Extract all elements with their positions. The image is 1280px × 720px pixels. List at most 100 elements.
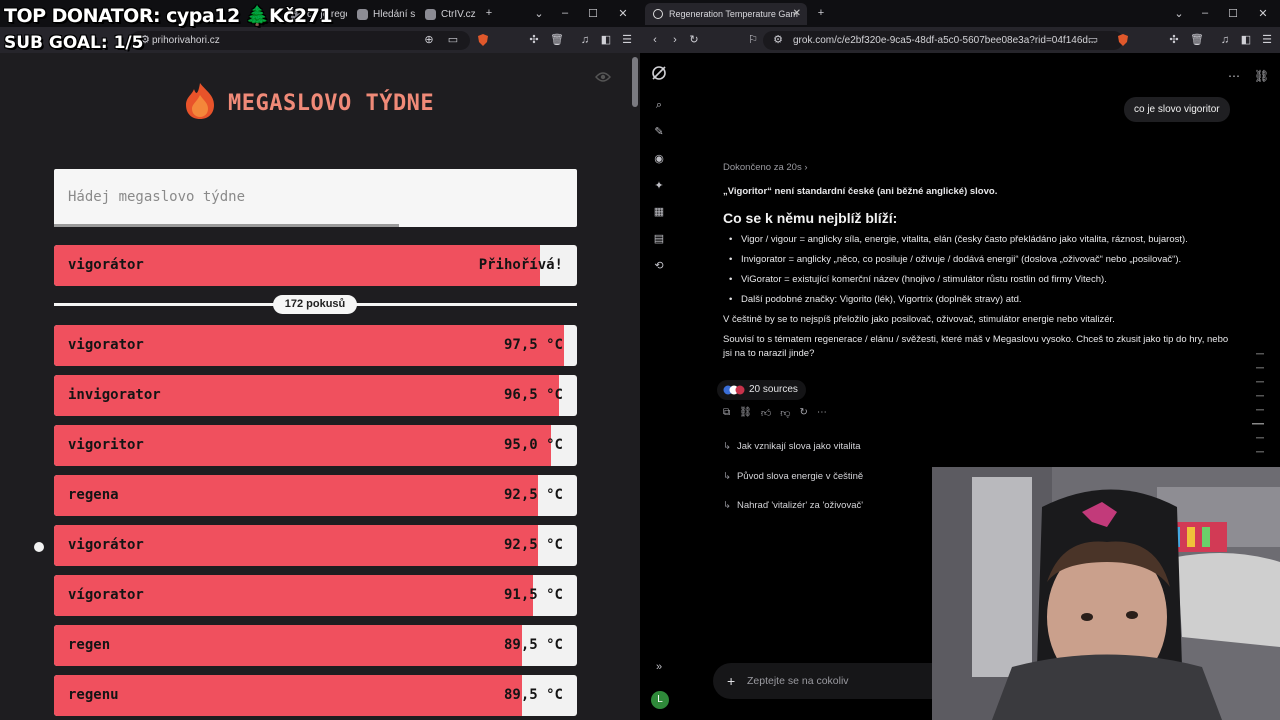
guess-row: regena 92,5 °C bbox=[54, 475, 577, 516]
guess-row: regenu 89,5 °C bbox=[54, 675, 577, 716]
tries-badge: 172 pokusů bbox=[273, 295, 357, 314]
more-icon[interactable]: ⋯ bbox=[817, 407, 827, 421]
media-icon[interactable]: ♫ bbox=[578, 33, 592, 47]
guess-temperature-fill bbox=[54, 475, 538, 516]
sidebar-icon[interactable]: ◧ bbox=[1239, 33, 1253, 47]
webcam-image bbox=[932, 467, 1280, 720]
bullet-item: Další podobné značky: Vigorito (lék), Vi… bbox=[723, 293, 1238, 307]
scrollbar-thumb[interactable] bbox=[632, 57, 638, 107]
grok-logo-icon[interactable] bbox=[651, 65, 667, 81]
voice-icon[interactable]: ◉ bbox=[652, 152, 666, 166]
followup-arrow-icon: ↳ bbox=[723, 471, 731, 482]
avatar[interactable]: L bbox=[651, 691, 669, 709]
guess-temperature: 92,5 °C bbox=[503, 487, 563, 503]
tab-grok[interactable]: Regeneration Temperature Gam ✕ bbox=[645, 3, 807, 25]
brave-shield-icon[interactable] bbox=[1116, 33, 1130, 47]
flame-logo-icon bbox=[186, 83, 214, 119]
share-link-icon[interactable]: ⛓ bbox=[1254, 69, 1269, 83]
followup-suggestion[interactable]: ↳ Nahraď 'vitalizér' za 'oživovač' bbox=[723, 500, 863, 511]
bookmark-icon[interactable]: ⚐ bbox=[746, 33, 760, 47]
tab-hledani[interactable]: Hledání s bbox=[351, 4, 415, 25]
tab-list-chevron-icon[interactable]: ⌄ bbox=[530, 4, 548, 22]
tab-list-chevron-icon[interactable]: ⌄ bbox=[1170, 4, 1188, 22]
current-guess-status: Přihořívá! bbox=[478, 257, 563, 273]
guess-word: vigorator bbox=[68, 337, 144, 353]
guess-temperature-fill bbox=[54, 675, 523, 716]
followup-suggestion[interactable]: ↳ Jak vznikají slova jako vitalita bbox=[723, 441, 861, 452]
menu-icon[interactable]: ☰ bbox=[1260, 33, 1274, 47]
guess-word: vigoritor bbox=[68, 437, 144, 453]
address-bar[interactable]: prihorivahori.cz bbox=[130, 31, 470, 50]
minimize-button[interactable]: – bbox=[1196, 4, 1214, 22]
guess-row: vigoritor 95,0 °C bbox=[54, 425, 577, 466]
brave-shield-icon[interactable] bbox=[476, 33, 490, 47]
bullet-item: ViGorator = existující komerční název (h… bbox=[723, 273, 1238, 287]
minimize-button[interactable]: – bbox=[556, 4, 574, 22]
source-favicons-icon bbox=[723, 385, 745, 395]
followup-suggestion[interactable]: ↳ Původ slova energie v češtině bbox=[723, 471, 863, 482]
maximize-button[interactable]: ☐ bbox=[1224, 4, 1242, 22]
thumbs-up-icon[interactable]: 👍︎ bbox=[761, 407, 771, 421]
guess-temperature: 89,5 °C bbox=[503, 637, 563, 653]
address-bar[interactable]: grok.com/c/e2bf320e-9ca5-48df-a5c0-5607b… bbox=[763, 31, 1123, 50]
tab-ctrlv[interactable]: CtrIV.cz | bbox=[419, 4, 479, 25]
copy-icon[interactable]: ⧉ bbox=[723, 407, 730, 421]
followup-label: Jak vznikají slova jako vitalita bbox=[736, 441, 861, 452]
guess-temperature: 95,0 °C bbox=[503, 437, 563, 453]
media-icon[interactable]: ♫ bbox=[1218, 33, 1232, 47]
reload-icon[interactable]: ↻ bbox=[687, 33, 701, 47]
trash-icon[interactable]: 🗑 bbox=[1190, 33, 1204, 47]
message-actions: ⧉ ⛓ 👍︎ 👎︎ ↻ ⋯ bbox=[723, 407, 827, 421]
history-icon[interactable]: ⟲ bbox=[652, 259, 666, 273]
back-icon[interactable]: ‹ bbox=[648, 33, 662, 47]
attach-plus-icon[interactable]: + bbox=[727, 663, 735, 699]
imagine-icon[interactable]: ✦ bbox=[652, 179, 666, 193]
extensions-icon[interactable]: ✣ bbox=[1167, 33, 1181, 47]
guess-word: regena bbox=[68, 487, 119, 503]
sidebar-icon[interactable]: ◧ bbox=[599, 33, 613, 47]
thumbs-down-icon[interactable]: 👎︎ bbox=[780, 407, 790, 421]
link-icon[interactable]: ⛓ bbox=[739, 407, 752, 421]
eye-icon[interactable] bbox=[595, 71, 611, 83]
forward-icon[interactable]: › bbox=[668, 33, 682, 47]
menu-icon[interactable]: ☰ bbox=[620, 33, 634, 47]
bullet-item: Vigor / vigour = anglicky síla, energie,… bbox=[723, 233, 1238, 247]
zoom-icon[interactable]: ⊕ bbox=[422, 33, 436, 47]
thinking-summary[interactable]: Dokončeno za 20s › bbox=[723, 161, 1238, 175]
guess-temperature: 97,5 °C bbox=[503, 337, 563, 353]
game-page: MEGASLOVO TÝDNE vigorátor Přihořívá! 172… bbox=[0, 53, 630, 720]
guess-row: regen 89,5 °C bbox=[54, 625, 577, 666]
cast-icon[interactable]: ▭ bbox=[1086, 33, 1100, 47]
search-icon[interactable]: ⌕ bbox=[652, 98, 666, 112]
close-window-button[interactable]: ✕ bbox=[614, 4, 632, 22]
expand-sidebar-icon[interactable]: » bbox=[652, 660, 666, 674]
extensions-icon[interactable]: ✣ bbox=[527, 33, 541, 47]
projects-icon[interactable]: ▦ bbox=[652, 205, 666, 219]
files-icon[interactable]: ▤ bbox=[652, 232, 666, 246]
guess-temperature-fill bbox=[54, 625, 523, 666]
page-scrollbar[interactable] bbox=[630, 53, 640, 720]
guess-temperature: 96,5 °C bbox=[503, 387, 563, 403]
close-window-button[interactable]: ✕ bbox=[1254, 4, 1272, 22]
followup-arrow-icon: ↳ bbox=[723, 500, 731, 511]
guess-input-box[interactable] bbox=[54, 169, 577, 227]
trash-icon[interactable]: 🗑 bbox=[550, 33, 564, 47]
new-chat-icon[interactable]: ✎ bbox=[652, 125, 666, 139]
close-tab-icon[interactable]: ✕ bbox=[793, 3, 801, 25]
page-title: MEGASLOVO TÝDNE bbox=[228, 91, 435, 116]
answer-heading: Co se k němu nejblíž blíží: bbox=[723, 210, 898, 226]
new-tab-plus-icon[interactable]: + bbox=[480, 4, 498, 22]
maximize-button[interactable]: ☐ bbox=[584, 4, 602, 22]
regenerate-icon[interactable]: ↻ bbox=[799, 407, 807, 421]
conversation-minimap[interactable] bbox=[1252, 353, 1264, 473]
guess-input[interactable] bbox=[54, 169, 577, 225]
site-info-icon[interactable]: ⚙ bbox=[771, 33, 785, 47]
cast-icon[interactable]: ▭ bbox=[446, 33, 460, 47]
ask-placeholder: Zeptejte se na cokoliv bbox=[747, 675, 849, 687]
answer-bullets: Vigor / vigour = anglicky síla, energie,… bbox=[723, 233, 1238, 307]
more-options-icon[interactable]: ⋯ bbox=[1228, 69, 1240, 83]
new-tab-plus-icon[interactable]: + bbox=[812, 4, 830, 22]
guess-word: invigorator bbox=[68, 387, 161, 403]
sources-button[interactable]: 20 sources bbox=[717, 380, 806, 400]
answer-paragraph: V češtině by se to nejspíš přeložilo jak… bbox=[723, 314, 1115, 325]
